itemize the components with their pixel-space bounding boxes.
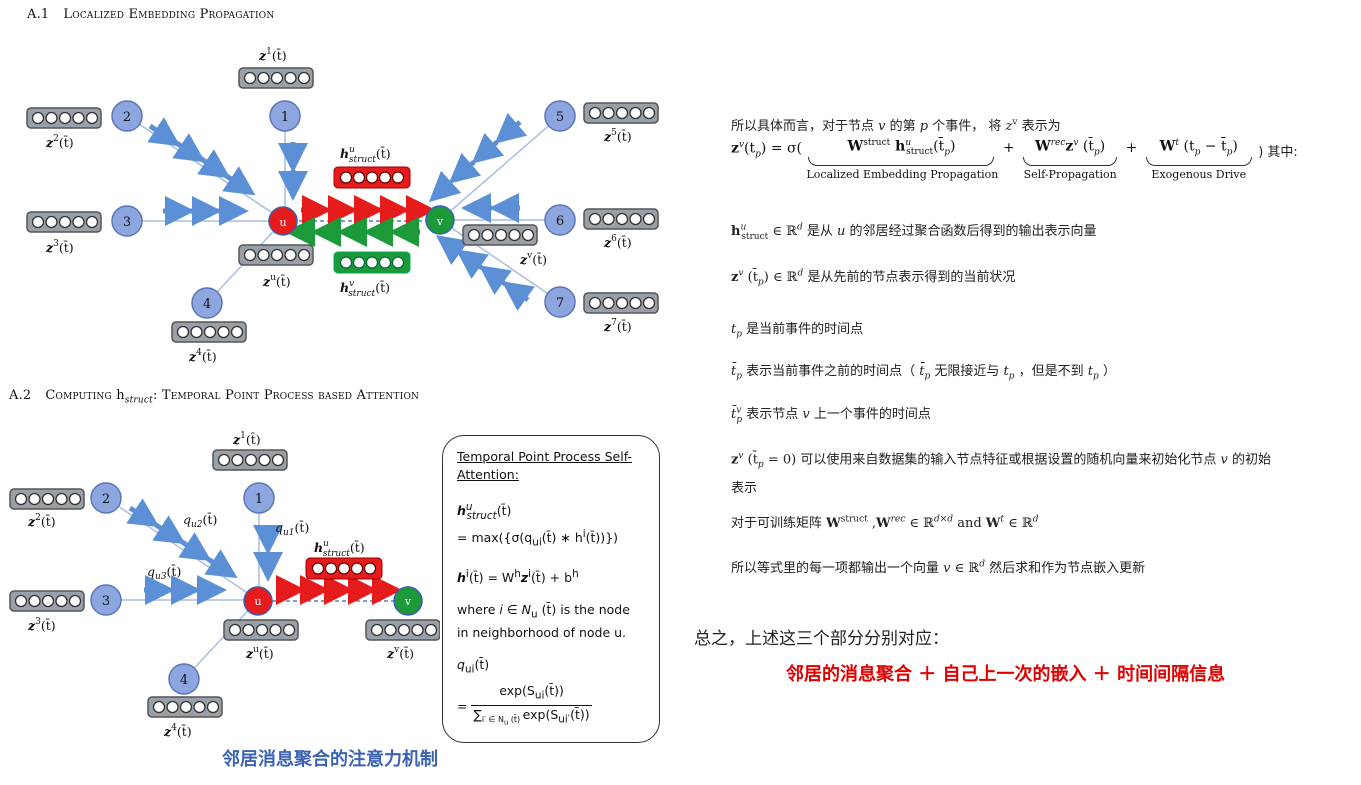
summary-text: 总之，上述这三个部分分别对应：: [694, 629, 949, 649]
node-u-label: u: [279, 216, 286, 229]
def-t-bar-p: t̄p 表示当前事件之前的时间点（ t̄p 无限接近与 tp ，但是不到 tp …: [731, 364, 1116, 382]
attention-formula-h: hustruct(t̄) = max({σ(qui(t̄) ∗ hi(t̄))}…: [457, 501, 619, 549]
label-zv: zv(t̄): [519, 251, 547, 267]
label-h-struct-u: hu struct(t̄): [340, 145, 391, 165]
label-z3: z3(t̄): [27, 617, 56, 633]
node-v-label: v: [404, 595, 412, 608]
node-5-label: 5: [556, 110, 564, 125]
def-z-v-init: zv (t̄p = 0) 可以使用来自数据集的输入节点特征或根据设置的随机向量来…: [731, 451, 1271, 496]
label-z4: z4(t̄): [163, 723, 192, 739]
node-2-label: 2: [102, 492, 110, 507]
node-u-label: u: [254, 595, 261, 608]
attention-where-text: where i ∈ Nu (t̄) is the node in neighbo…: [457, 602, 630, 640]
term-exogenous-drive: Wt (tp − t̄p) Exogenous Drive: [1144, 138, 1254, 181]
label-z1: z1(t̄): [232, 431, 261, 447]
node-3-label: 3: [102, 594, 110, 609]
term-localized-embedding: Wstruct hustruct(t̄p) Localized Embeddin…: [806, 138, 999, 182]
def-sum-output: 所以等式里的每一项都输出一个向量 v ∈ ℝd 然后求和作为节点嵌入更新: [731, 559, 1146, 576]
label-q-u3: qu3(t̄): [147, 563, 181, 582]
attention-box: Temporal Point Process Self-Attention: h…: [442, 435, 660, 743]
right-intro: 所以具体而言，对于节点 v 的第 p 个事件， 将 zv 表示为: [731, 117, 1061, 134]
node-7-label: 7: [556, 296, 564, 311]
label-z6: z6(t̄): [603, 234, 632, 250]
figure-attention: 1 2 3 4 u v z1(t̄) z2(t̄) z3(t̄) z4(t̄) …: [9, 431, 440, 739]
label-z1: z1(t̄): [258, 47, 287, 63]
label-z2: z2(t̄): [27, 513, 56, 529]
label-q-u1: qu1(t̄): [275, 519, 309, 538]
def-trainable-matrices: 对于可训练矩阵 Wstruct ,Wrec ∈ ℝd×d and Wt ∈ ℝd: [731, 514, 1039, 531]
attention-box-title: Temporal Point Process Self-Attention:: [457, 449, 632, 482]
def-z-v: zv (t̄p) ∈ ℝd 是从先前的节点表示得到的当前状况: [731, 268, 1016, 288]
attention-formula-q: qui(t̄) = exp(Sui(t̄)) ∑i′ ∈ Nu (t̄) exp…: [457, 656, 645, 732]
def-t-bar-v-p: t̄vp 表示节点 v 上一个事件的时间点: [731, 405, 931, 425]
label-zv: zv(t̄): [386, 645, 414, 661]
node-2-label: 2: [123, 110, 131, 125]
node-6-label: 6: [556, 214, 564, 229]
label-q-u2: qu2(t̄): [183, 511, 217, 530]
section-a1-heading: A.1 Localized Embedding Propagation: [27, 7, 275, 22]
node-3-label: 3: [123, 215, 131, 230]
caption-attention: 邻居消息聚合的注意力机制: [222, 749, 438, 770]
node-1-label: 1: [255, 492, 263, 507]
label-z3: z3(t̄): [45, 239, 74, 255]
node-1-label: 1: [281, 110, 289, 125]
node-4-label: 4: [180, 673, 188, 688]
label-h-struct-v: hv struct(t̄): [340, 279, 390, 299]
label-h-struct-u: hu struct(t̄): [314, 539, 365, 559]
node-v-label: v: [436, 215, 444, 228]
label-zu: zu(t̄): [262, 273, 291, 289]
softmax-fraction: exp(Sui(t̄)) ∑i′ ∈ Nu (t̄) exp(Sui′(t̄)): [471, 683, 592, 728]
label-z2: z2(t̄): [45, 134, 74, 150]
section-a2-heading: A.2 Computing hstruct: Temporal Point Pro…: [9, 388, 420, 406]
def-h-struct: hustruct ∈ ℝd 是从 u 的邻居经过聚合函数后得到的输出表示向量: [731, 222, 1097, 242]
label-zu: zu(t̄): [245, 645, 274, 661]
figure-localized-embedding: 1 2 3 4 5 6 7 u v z1(t̄) z2(t̄) z3(t̄) z…: [26, 47, 659, 364]
attention-formula-hi: hi(t̄) = Whzi(t̄) + bh: [457, 568, 579, 586]
main-equation: zv(tp) = σ( Wstruct hustruct(t̄p) Locali…: [731, 138, 1298, 182]
label-z4: z4(t̄): [188, 348, 217, 364]
term-self-propagation: Wreczv (t̄p) Self-Propagation: [1023, 138, 1118, 182]
def-t-p: tp 是当前事件的时间点: [731, 322, 864, 340]
summary-highlight: 邻居的消息聚合 ＋ 自己上一次的嵌入 ＋ 时间间隔信息: [786, 664, 1226, 685]
label-z7: z7(t̄): [603, 318, 632, 334]
label-z5: z5(t̄): [603, 128, 632, 144]
node-4-label: 4: [203, 297, 211, 312]
